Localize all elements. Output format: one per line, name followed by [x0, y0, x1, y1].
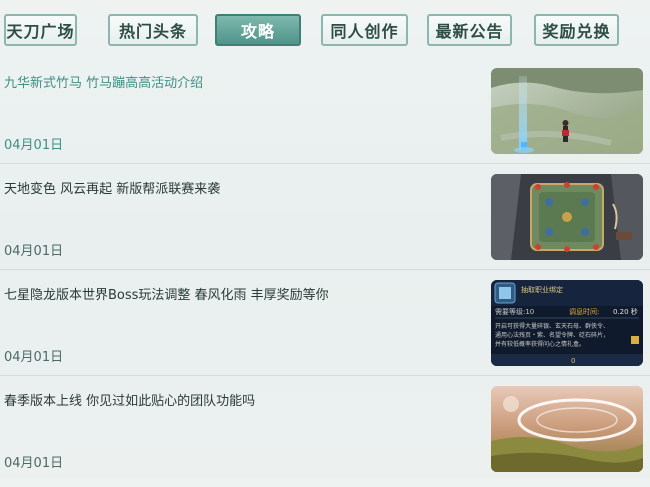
snowy-field-image	[491, 68, 643, 154]
article-thumbnail[interactable]	[491, 68, 643, 154]
article-item[interactable]: 春季版本上线 你见过如此贴心的团队功能吗 04月01日	[0, 381, 650, 487]
dialog-count: 0	[571, 357, 575, 365]
article-thumbnail[interactable]	[491, 174, 643, 260]
tab-hot-headlines[interactable]: 热门头条	[108, 14, 198, 46]
swirling-sky-image	[491, 386, 643, 472]
article-thumbnail[interactable]	[491, 386, 643, 472]
divider	[0, 163, 650, 164]
article-title[interactable]: 七星隐龙版本世界Boss玩法调整 春风化雨 丰厚奖励等你	[4, 284, 329, 303]
divider	[0, 375, 650, 376]
dialog-desc: 开启可获得大量碎银、玄天石母、群侠令、	[495, 322, 609, 330]
article-item[interactable]: 九华新式竹马 竹马蹦高高活动介绍 04月01日	[0, 63, 650, 169]
article-date: 04月01日	[4, 350, 64, 365]
dialog-time-value: 0.20 秒	[613, 307, 638, 316]
divider	[0, 269, 650, 270]
dialog-desc: 通用心法残页・紫、名望令牌、砭石碎片，	[495, 331, 609, 339]
dialog-header: 抽取职业绑定	[521, 285, 563, 294]
article-date: 04月01日	[4, 244, 64, 259]
tab-guides[interactable]: 攻略	[215, 14, 301, 46]
article-thumbnail[interactable]: 抽取职业绑定 需要等级:10 调息时间: 0.20 秒 开启可获得大量碎银、玄天…	[491, 280, 643, 366]
article-date: 04月01日	[4, 138, 64, 153]
article-title[interactable]: 天地变色 风云再起 新版帮派联赛来袭	[4, 178, 220, 197]
dialog-desc: 并有较低概率获得问心之情礼盒。	[495, 340, 585, 348]
article-date: 04月01日	[4, 456, 64, 471]
article-item[interactable]: 七星隐龙版本世界Boss玩法调整 春风化雨 丰厚奖励等你 04月01日 抽取职业…	[0, 275, 650, 381]
tab-bar: 天刀广场 热门头条 攻略 同人创作 最新公告 奖励兑换	[4, 14, 646, 48]
dialog-time-label: 调息时间:	[569, 307, 599, 316]
tab-fan-creations[interactable]: 同人创作	[321, 14, 408, 46]
dialog-level: 需要等级:10	[495, 307, 534, 316]
game-dialog-image: 抽取职业绑定 需要等级:10 调息时间: 0.20 秒 开启可获得大量碎银、玄天…	[491, 280, 643, 366]
article-title[interactable]: 九华新式竹马 竹马蹦高高活动介绍	[4, 72, 203, 91]
article-title[interactable]: 春季版本上线 你见过如此贴心的团队功能吗	[4, 390, 255, 409]
tab-reward-exchange[interactable]: 奖励兑换	[534, 14, 619, 46]
tab-tiandao-square[interactable]: 天刀广场	[4, 14, 77, 46]
article-item[interactable]: 天地变色 风云再起 新版帮派联赛来袭 04月01日	[0, 169, 650, 275]
guild-battle-map-image	[491, 174, 643, 260]
tab-latest-notices[interactable]: 最新公告	[427, 14, 512, 46]
